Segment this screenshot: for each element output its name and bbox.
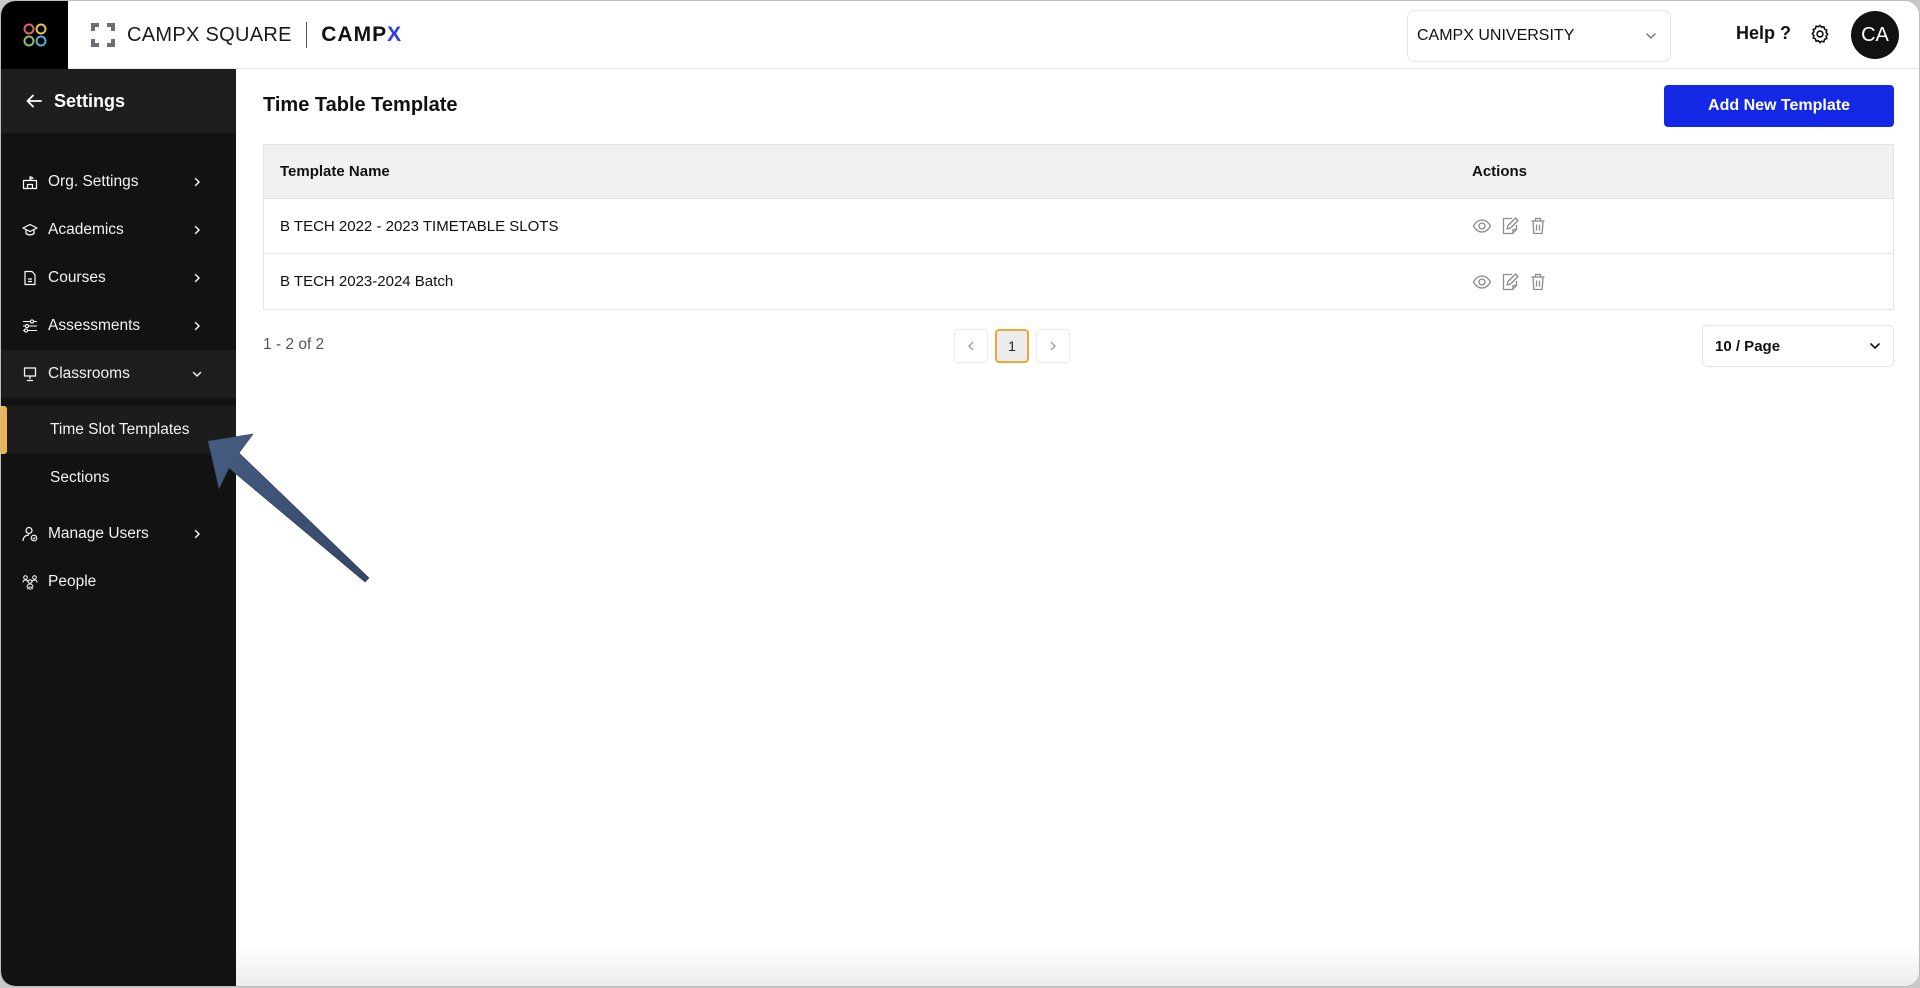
sidebar-item-manage-users[interactable]: Manage Users [1,510,236,558]
campx-square-logo-icon [91,23,115,47]
page-button-current[interactable]: 1 [995,329,1029,363]
sidebar-item-label: Courses [48,269,106,286]
sidebar-item-people[interactable]: People [1,558,236,606]
view-icon[interactable] [1472,272,1492,292]
view-icon[interactable] [1472,216,1492,236]
user-avatar[interactable]: CA [1851,11,1899,59]
page-title: Time Table Template [263,94,458,116]
building-icon [22,175,38,190]
add-new-template-button[interactable]: Add New Template [1664,85,1894,127]
brand-separator [305,22,308,48]
edit-icon[interactable] [1500,216,1520,236]
pagination-range: 1 - 2 of 2 [263,336,325,353]
sidebar: Settings Org. Settings Academics Courses… [1,69,236,986]
sidebar-item-assessments[interactable]: Assessments [1,302,236,350]
page-size-value: 10 / Page [1715,337,1781,355]
chevron-right-icon [1050,341,1056,351]
help-link[interactable]: Help ? [1736,23,1791,44]
chevron-right-icon [194,321,200,331]
actions-cell [1472,216,1893,236]
delete-icon[interactable] [1528,272,1548,292]
column-header-actions: Actions [1472,163,1528,180]
user-check-icon [22,526,38,542]
sidebar-item-label: Manage Users [48,525,149,542]
sidebar-subitem-label: Sections [50,469,110,486]
chevron-right-icon [194,273,200,283]
sidebar-item-org-settings[interactable]: Org. Settings [1,158,236,206]
sidebar-item-label: Academics [48,221,124,238]
actions-cell [1472,272,1893,292]
chevron-left-icon [968,341,974,351]
brand-logo[interactable]: CAMPX SQUARE CAMPX [89,21,402,49]
presentation-board-icon [23,367,37,382]
sidebar-item-courses[interactable]: Courses [1,254,236,302]
sidebar-subitem-time-slot-templates[interactable]: Time Slot Templates [1,406,236,454]
sidebar-title: Settings [54,90,126,111]
brand-name: CAMPX SQUARE [127,23,292,46]
next-page-button[interactable] [1036,329,1070,363]
table-row: B TECH 2023-2024 Batch [264,254,1893,309]
sliders-icon [23,319,37,333]
apps-grid-icon [23,23,46,47]
previous-page-button[interactable] [954,329,988,363]
sidebar-item-label: Org. Settings [48,173,139,190]
document-icon [24,270,36,286]
sidebar-item-label: Classrooms [48,365,130,382]
template-name-cell: B TECH 2023-2024 Batch [280,273,454,290]
sidebar-item-label: People [48,573,97,590]
chevron-right-icon [194,177,200,187]
sidebar-nav: Org. Settings Academics Courses Assessme… [1,158,236,606]
table-row: B TECH 2022 - 2023 TIMETABLE SLOTS [264,199,1893,254]
pagination: 1 [954,329,1070,363]
template-name-cell: B TECH 2022 - 2023 TIMETABLE SLOTS [280,217,559,235]
chevron-down-icon [1646,33,1656,39]
top-bar: CAMPX SQUARE CAMPX CAMPX UNIVERSITY Help… [1,1,1919,69]
graduation-cap-icon [22,223,38,236]
chevron-down-icon [192,371,202,377]
organization-select[interactable]: CAMPX UNIVERSITY [1407,10,1671,62]
chevron-down-icon [1870,343,1880,349]
app-window: CAMPX SQUARE CAMPX CAMPX UNIVERSITY Help… [1,1,1919,986]
sidebar-subitem-label: Time Slot Templates [50,421,190,438]
templates-table: Template Name Actions B TECH 2022 - 2023… [263,144,1894,310]
settings-back-button[interactable]: Settings [1,69,236,133]
app-switcher-button[interactable] [1,1,68,69]
column-header-template-name: Template Name [280,163,390,180]
sidebar-item-classrooms[interactable]: Classrooms [1,350,236,398]
table-header: Template Name Actions [264,145,1893,199]
organization-select-value: CAMPX UNIVERSITY [1417,27,1575,44]
sidebar-item-label: Assessments [48,317,141,334]
page-size-select[interactable]: 10 / Page [1702,325,1894,367]
brand-campx: CAMPX [321,23,403,46]
people-group-icon [22,575,38,590]
sidebar-subitem-sections[interactable]: Sections [1,454,236,502]
bottom-shadow [236,946,1919,986]
delete-icon[interactable] [1528,216,1548,236]
arrow-left-icon [26,94,42,108]
chevron-right-icon [194,225,200,235]
chevron-right-icon [194,529,200,539]
sidebar-item-academics[interactable]: Academics [1,206,236,254]
edit-icon[interactable] [1500,272,1520,292]
main-content: Time Table Template Add New Template Tem… [236,69,1919,986]
gear-icon[interactable] [1809,23,1831,45]
